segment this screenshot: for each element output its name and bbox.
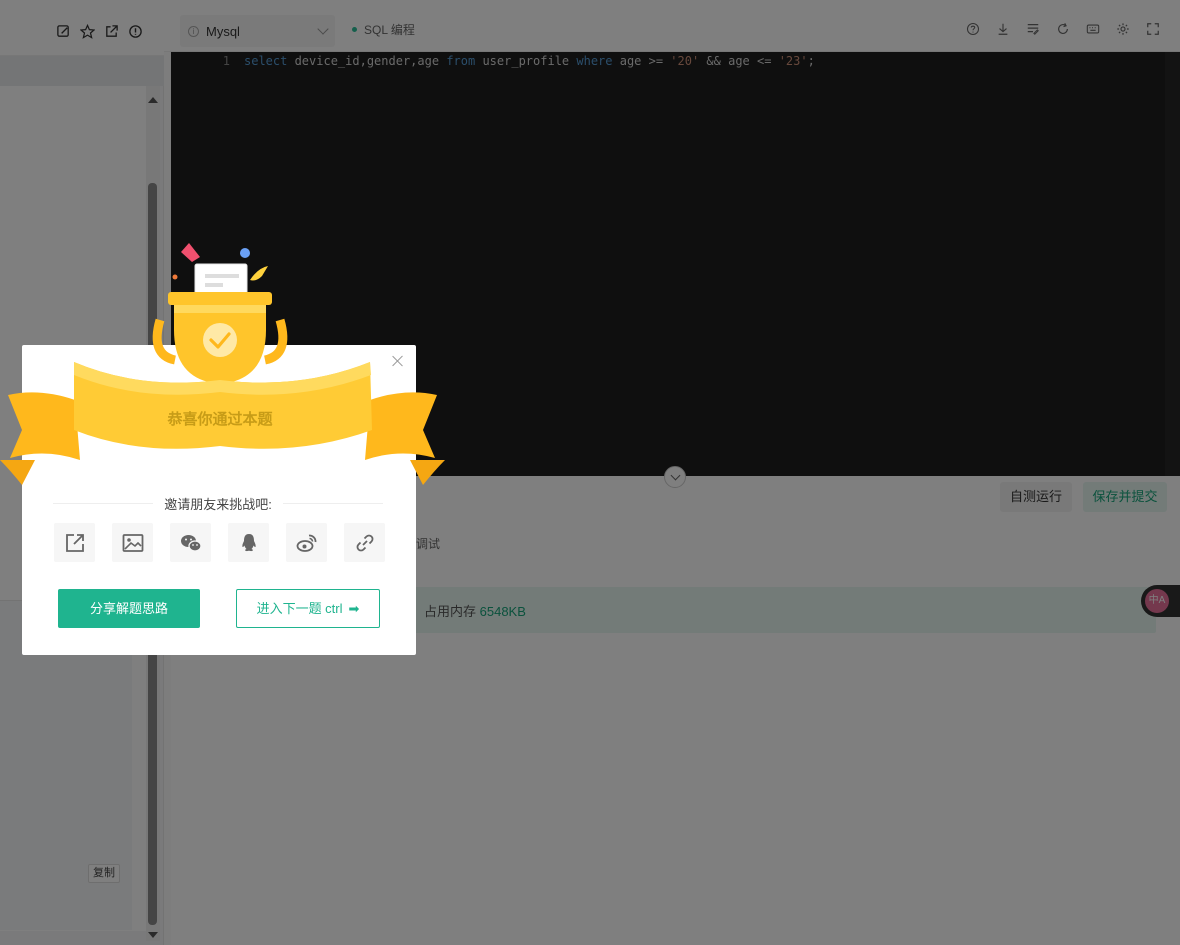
image-icon xyxy=(122,533,143,552)
trophy-banner-illustration xyxy=(0,243,445,485)
banner-title: 恭喜你通过本题 xyxy=(167,411,273,428)
next-problem-label: 进入下一题 ctrl xyxy=(256,601,343,616)
close-icon[interactable] xyxy=(391,354,405,368)
external-link-icon xyxy=(65,533,84,552)
share-icon-row xyxy=(54,523,385,562)
share-weibo-button[interactable] xyxy=(286,523,327,562)
share-solution-button[interactable]: 分享解题思路 xyxy=(58,589,200,628)
share-image-button[interactable] xyxy=(112,523,153,562)
share-wechat-button[interactable] xyxy=(170,523,211,562)
next-problem-button[interactable]: 进入下一题 ctrl ➡ xyxy=(236,589,380,628)
share-qq-button[interactable] xyxy=(228,523,269,562)
weibo-icon xyxy=(296,534,316,552)
invite-row: 邀请朋友来挑战吧: xyxy=(53,494,383,512)
arrow-right-icon: ➡ xyxy=(348,601,360,616)
invite-text: 邀请朋友来挑战吧: xyxy=(164,497,272,512)
qq-icon xyxy=(241,533,256,551)
link-icon xyxy=(356,534,373,551)
copy-link-button[interactable] xyxy=(344,523,385,562)
share-external-button[interactable] xyxy=(54,523,95,562)
wechat-icon xyxy=(180,534,202,552)
